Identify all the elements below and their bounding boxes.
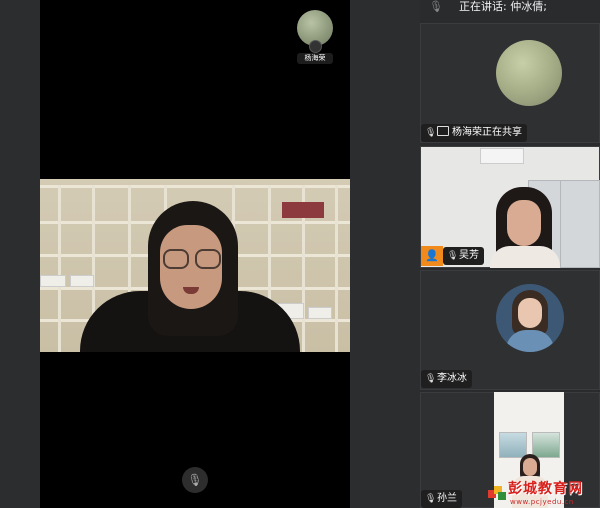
watermark-url: www.pcjyedu.cn [510, 498, 574, 506]
logo-icon [486, 484, 508, 502]
watermark-title: 彭城教育网 [508, 481, 583, 497]
air-conditioner [480, 148, 524, 164]
shelf-col [335, 185, 338, 352]
speaking-mic-icon: 🎙 [429, 0, 443, 13]
left-panel [0, 0, 40, 508]
speaker-glasses [163, 249, 221, 269]
mute-mic-button[interactable]: 🎙 [182, 467, 208, 493]
book-stack [70, 275, 94, 287]
shelf-col [58, 185, 61, 352]
mic-icon: 🎙 [425, 494, 437, 504]
participant-name-tag: 🎙孙兰 [421, 490, 462, 508]
book-stack [40, 275, 66, 287]
speaking-now-label: 正在讲话: 仲冰倩; [459, 0, 547, 13]
site-watermark: 彭城教育网 www.pcjyedu.cn [486, 481, 598, 508]
participant-face [507, 200, 541, 246]
presenter-mic-icon [309, 40, 322, 53]
participant-name-tag: 🎙李冰冰 [421, 370, 472, 388]
participant-body [490, 246, 560, 268]
muted-mic-icon: 🎙 [425, 128, 437, 138]
mic-icon: 🎙 [447, 251, 459, 261]
screen-share-icon [437, 126, 449, 136]
book-stack [308, 307, 332, 319]
person-icon: 👤 [421, 246, 443, 266]
file-cabinet [560, 180, 600, 268]
participant-name-tag: 🎙 杨海荣正在共享 [421, 124, 527, 142]
participant-avatar [496, 284, 564, 352]
muted-mic-icon: 🎙 [425, 374, 437, 384]
main-video-feed[interactable] [40, 179, 350, 352]
red-box [282, 202, 324, 218]
participant-name-tag: 🎙吴芳 [443, 247, 484, 265]
participant-avatar [496, 40, 562, 106]
presenter-name: 杨海荣 [297, 53, 333, 64]
muted-mic-icon: 🎙 [187, 473, 203, 487]
stage-gap [350, 0, 420, 508]
